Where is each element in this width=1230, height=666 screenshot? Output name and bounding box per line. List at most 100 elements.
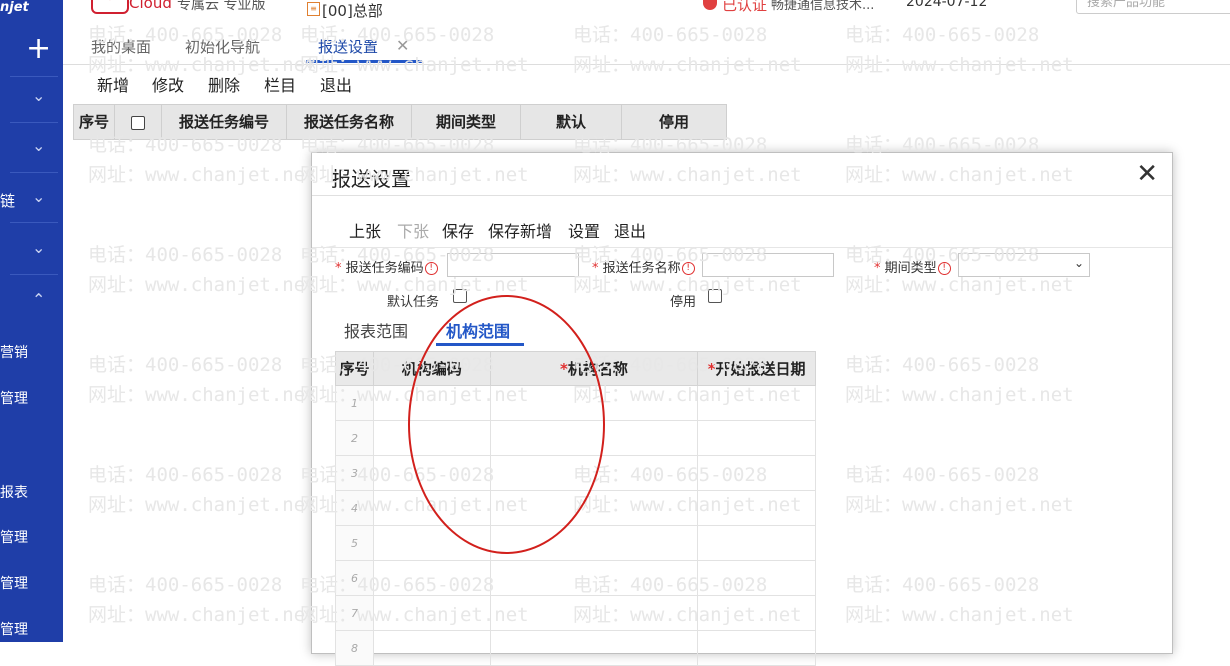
task-name-input[interactable] [702, 253, 834, 277]
start-date-cell[interactable] [697, 385, 816, 421]
table-row[interactable]: 5 [335, 525, 816, 561]
columns-button[interactable]: 栏目 [264, 72, 296, 96]
org-code-cell[interactable] [372, 385, 491, 421]
close-icon[interactable]: ✕ [396, 36, 409, 55]
chevron-down-icon[interactable]: ⌄ [32, 86, 45, 105]
row-number: 4 [335, 490, 374, 526]
sidebar-group-1[interactable]: ⌄ [0, 84, 63, 114]
certified-shield-icon [703, 0, 717, 10]
settings-button[interactable]: 设置 [568, 218, 600, 242]
watermark-site: 网址：www.chanjet.net [88, 384, 317, 406]
sidebar-link-management[interactable]: 管理 [0, 619, 28, 639]
search-input[interactable]: 搜索产品功能 [1076, 0, 1230, 14]
chevron-up-icon[interactable]: ⌃ [32, 290, 45, 309]
chevron-down-icon[interactable]: ⌄ [32, 136, 45, 155]
org-code-cell[interactable] [372, 560, 491, 596]
start-date-cell[interactable] [697, 560, 816, 596]
sidebar-group-4[interactable]: ⌄ [0, 236, 63, 266]
save-and-new-button[interactable]: 保存新增 [488, 218, 552, 242]
table-row[interactable]: 7 [335, 595, 816, 631]
org-name-cell[interactable] [489, 630, 699, 666]
top-header: ⊕ Cloud 专属云 专业版 ≡ [00]总部 已认证 畅捷通信息技术... … [63, 0, 1230, 25]
exit-button[interactable]: 退出 [320, 72, 352, 96]
table-row[interactable]: 2 [335, 420, 816, 456]
sidebar-divider [10, 222, 58, 223]
next-record-button[interactable]: 下张 [397, 218, 429, 242]
org-name-cell[interactable] [489, 525, 699, 561]
org-code-cell[interactable] [372, 455, 491, 491]
org-code-cell[interactable] [372, 630, 491, 666]
start-date-cell[interactable] [697, 490, 816, 526]
table-row[interactable]: 3 [335, 455, 816, 491]
org-code-cell[interactable] [372, 595, 491, 631]
org-code-cell[interactable] [372, 420, 491, 456]
start-date-cell[interactable] [697, 420, 816, 456]
watermark-phone: 电话：400-665-0028 [88, 464, 283, 486]
sidebar-link-management[interactable]: 管理 [0, 527, 28, 547]
column-header: 期间类型 [412, 105, 521, 139]
column-header: 报送任务名称 [287, 105, 412, 139]
delete-button[interactable]: 删除 [208, 72, 240, 96]
tab-report-settings[interactable]: 报送设置 [318, 36, 378, 57]
prev-record-button[interactable]: 上张 [349, 218, 381, 242]
sidebar-link-management[interactable]: 管理 [0, 573, 28, 593]
org-name-cell[interactable] [489, 385, 699, 421]
left-sidebar: njet + ⌄ ⌄ 链 ⌄ ⌄ ⌃ 营销 管理 报表 管理 管理 管理 [0, 0, 63, 642]
sidebar-group-3[interactable]: 链 ⌄ [0, 185, 63, 215]
company-name[interactable]: 畅捷通信息技术... [771, 0, 874, 13]
disabled-checkbox[interactable] [708, 289, 722, 303]
start-date-cell[interactable] [697, 455, 816, 491]
required-info-icon: ! [681, 262, 695, 275]
sidebar-group-5[interactable]: ⌃ [0, 288, 63, 318]
brand-logo: njet [0, 0, 29, 15]
select-all-column [115, 105, 162, 139]
org-name-cell[interactable] [489, 560, 699, 596]
task-list-header: 序号 报送任务编号 报送任务名称 期间类型 默认 停用 [73, 104, 727, 140]
period-type-select[interactable]: ⌄ [958, 253, 1090, 277]
row-number: 1 [335, 385, 374, 421]
sidebar-group-2[interactable]: ⌄ [0, 134, 63, 164]
sidebar-link-marketing[interactable]: 营销 [0, 342, 28, 362]
cloud-logo-icon: ⊕ [91, 0, 129, 14]
start-date-cell[interactable] [697, 595, 816, 631]
default-task-checkbox[interactable] [453, 289, 467, 303]
column-header-index: 序号 [335, 351, 374, 386]
sidebar-group-label: 链 [0, 192, 16, 210]
tab-report-scope[interactable]: 报表范围 [344, 318, 408, 342]
watermark-site: 网址：www.chanjet.net [88, 164, 317, 186]
table-row[interactable]: 4 [335, 490, 816, 526]
start-date-cell[interactable] [697, 630, 816, 666]
org-code-cell[interactable] [372, 490, 491, 526]
org-name-cell[interactable] [489, 490, 699, 526]
tab-org-scope[interactable]: 机构范围 [446, 318, 510, 342]
select-all-checkbox[interactable] [131, 115, 145, 130]
start-date-cell[interactable] [697, 525, 816, 561]
task-code-input[interactable] [447, 253, 579, 277]
org-selector[interactable]: [00]总部 [322, 0, 383, 21]
table-row[interactable]: 1 [335, 385, 816, 421]
exit-button[interactable]: 退出 [614, 218, 646, 242]
edit-button[interactable]: 修改 [152, 72, 184, 96]
table-row[interactable]: 8 [335, 630, 816, 666]
sidebar-divider [10, 172, 58, 173]
row-number: 6 [335, 560, 374, 596]
chevron-down-icon: ⌄ [1073, 256, 1084, 270]
sidebar-link-report[interactable]: 报表 [0, 482, 28, 502]
sidebar-link-management[interactable]: 管理 [0, 388, 28, 408]
chevron-down-icon[interactable]: ⌄ [32, 238, 45, 257]
add-button[interactable]: 新增 [97, 72, 129, 96]
close-icon[interactable]: ✕ [1136, 159, 1158, 189]
add-icon[interactable]: + [26, 34, 51, 64]
chevron-down-icon[interactable]: ⌄ [32, 187, 45, 206]
tab-init-navigation[interactable]: 初始化导航 [185, 36, 260, 57]
org-name-cell[interactable] [489, 455, 699, 491]
tab-my-desktop[interactable]: 我的桌面 [91, 36, 151, 57]
org-name-cell[interactable] [489, 420, 699, 456]
org-name-cell[interactable] [489, 595, 699, 631]
active-tab-indicator [436, 343, 524, 346]
save-button[interactable]: 保存 [442, 218, 474, 242]
table-row[interactable]: 6 [335, 560, 816, 596]
task-code-label: * 报送任务编码! [335, 257, 438, 276]
org-code-cell[interactable] [372, 525, 491, 561]
divider [312, 247, 1172, 248]
